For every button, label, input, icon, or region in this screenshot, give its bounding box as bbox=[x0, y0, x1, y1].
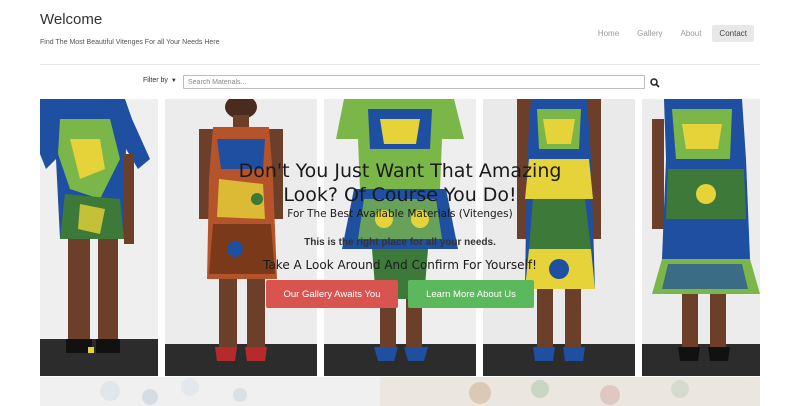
hero-tagline: This is the right place for all your nee… bbox=[304, 237, 496, 248]
gallery-button[interactable]: Our Gallery Awaits You bbox=[266, 280, 398, 308]
hero-heading-line2: Look? Of Course You Do! bbox=[283, 184, 517, 206]
nav-item-home[interactable]: Home bbox=[591, 25, 626, 42]
main-nav: Home Gallery About Contact bbox=[591, 25, 754, 42]
hero-heading-line1: Don't You Just Want That Amazing bbox=[238, 160, 562, 182]
nav-item-gallery[interactable]: Gallery bbox=[630, 25, 669, 42]
hero-subheading: For The Best Available Materials (Viteng… bbox=[287, 208, 513, 220]
search-icon bbox=[650, 78, 660, 88]
hero-overlay: Don't You Just Want That Amazing Look? O… bbox=[40, 99, 760, 376]
bottom-banner bbox=[40, 377, 760, 406]
filter-label: Filter by bbox=[143, 77, 168, 84]
search-input[interactable] bbox=[183, 75, 645, 89]
site-header: Welcome Find The Most Beautiful Vitenges… bbox=[40, 0, 760, 64]
header-divider bbox=[40, 64, 760, 65]
hero-cta-text: Take A Look Around And Confirm For Yours… bbox=[263, 258, 537, 272]
nav-item-about[interactable]: About bbox=[674, 25, 709, 42]
search-button[interactable] bbox=[649, 76, 661, 88]
nav-item-contact[interactable]: Contact bbox=[712, 25, 754, 42]
site-title: Welcome bbox=[40, 11, 103, 28]
hero-heading: Don't You Just Want That Amazing Look? O… bbox=[40, 159, 760, 207]
site-tagline: Find The Most Beautiful Vitenges For all… bbox=[40, 39, 220, 46]
filter-dropdown[interactable]: Filter by ▼ bbox=[143, 77, 177, 84]
about-button[interactable]: Learn More About Us bbox=[408, 280, 534, 308]
caret-down-icon: ▼ bbox=[170, 77, 177, 84]
